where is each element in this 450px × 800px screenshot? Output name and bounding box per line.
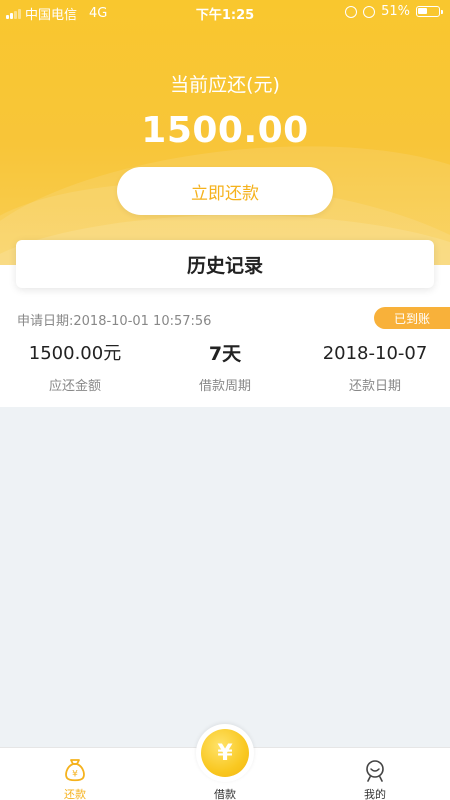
loan-period-value: 7天 — [208, 343, 242, 365]
profile-icon — [366, 760, 384, 782]
rotation-lock-icon — [345, 5, 358, 18]
tab-mine-label: 我的 — [364, 788, 386, 800]
battery-percent: 51% — [381, 4, 410, 19]
due-date-value: 2018-10-07 — [322, 343, 428, 364]
svg-text:¥: ¥ — [72, 770, 78, 780]
due-date-column: 2018-10-07 还款日期 — [300, 341, 450, 394]
due-date-label: 还款日期 — [348, 379, 401, 394]
tab-mine[interactable]: 我的 — [300, 748, 450, 800]
tab-borrow-label: 借款 — [214, 788, 236, 800]
borrow-center-button[interactable]: ¥ — [196, 724, 254, 782]
status-badge: 已到账 — [374, 307, 450, 329]
period-column: 7天 借款周期 — [150, 341, 300, 394]
loan-period-label: 借款周期 — [198, 379, 251, 394]
amount-column: 1500.00元 应还金额 — [0, 341, 150, 394]
repay-amount-label: 应还金额 — [48, 379, 101, 394]
tab-repay-label: 还款 — [64, 788, 86, 800]
history-records-tab[interactable]: 历史记录 — [16, 240, 434, 288]
apply-date: 申请日期:2018-10-01 10:57:56 — [17, 314, 212, 329]
due-amount-value: 1500.00 — [141, 110, 309, 151]
repay-now-button[interactable]: 立即还款 — [117, 167, 333, 215]
battery-icon — [416, 6, 443, 17]
record-details: 1500.00元 应还金额 7天 借款周期 2018-10-07 还款日期 — [0, 341, 450, 394]
status-right: 51% — [345, 4, 443, 19]
yuan-coin-icon: ¥ — [201, 729, 249, 777]
due-amount-label: 当前应还(元) — [170, 74, 280, 96]
money-bag-icon: ¥ — [65, 759, 85, 782]
repay-amount-value: 1500.00元 — [28, 343, 122, 364]
tab-repay[interactable]: ¥ 还款 — [0, 748, 150, 800]
alarm-icon — [363, 5, 376, 18]
status-bar: 中国电信 4G 下午1:25 51% — [0, 0, 450, 24]
header-banner: 中国电信 4G 下午1:25 51% 当前应还(元) 1500.00 立即还款 — [0, 0, 450, 265]
